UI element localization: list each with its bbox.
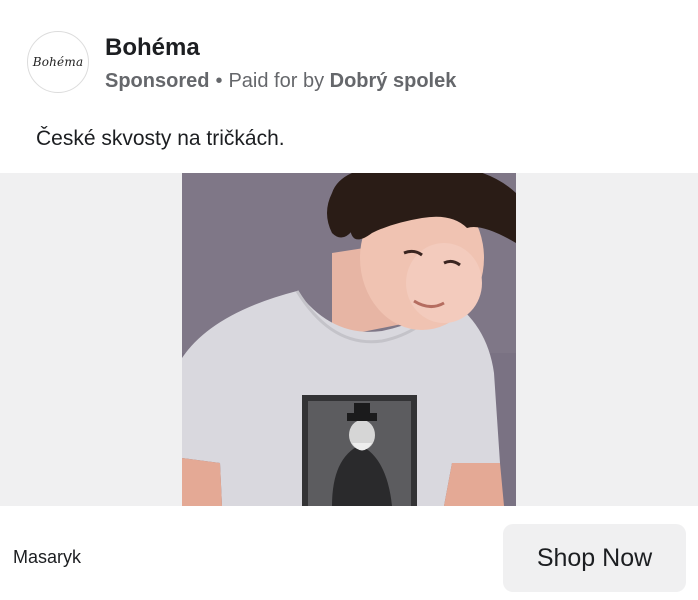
ad-photo[interactable] [182,173,516,506]
post-header: Bohéma Bohéma Sponsored • Paid for by Dobr… [0,0,698,110]
paid-for-prefix: Paid for by [228,70,325,92]
shop-now-button[interactable]: Shop Now [503,524,686,592]
avatar-logo: Bohéma [32,55,84,69]
sponsored-label[interactable]: Sponsored [105,70,209,92]
page-avatar[interactable]: Bohéma [27,31,89,93]
paid-for-by-name[interactable]: Dobrý spolek [330,70,457,92]
meta-separator: • [215,70,223,92]
post-meta: Sponsored • Paid for by Dobrý spolek [105,70,456,93]
ad-media-area[interactable] [0,173,698,506]
page-name-link[interactable]: Bohéma [105,34,200,62]
photo-man-in-tshirt-icon [182,173,516,506]
ad-footer: Masaryk Shop Now [0,506,698,600]
ad-primary-text: České skvosty na tričkách. [36,127,285,150]
product-caption[interactable]: Masaryk [13,547,81,568]
